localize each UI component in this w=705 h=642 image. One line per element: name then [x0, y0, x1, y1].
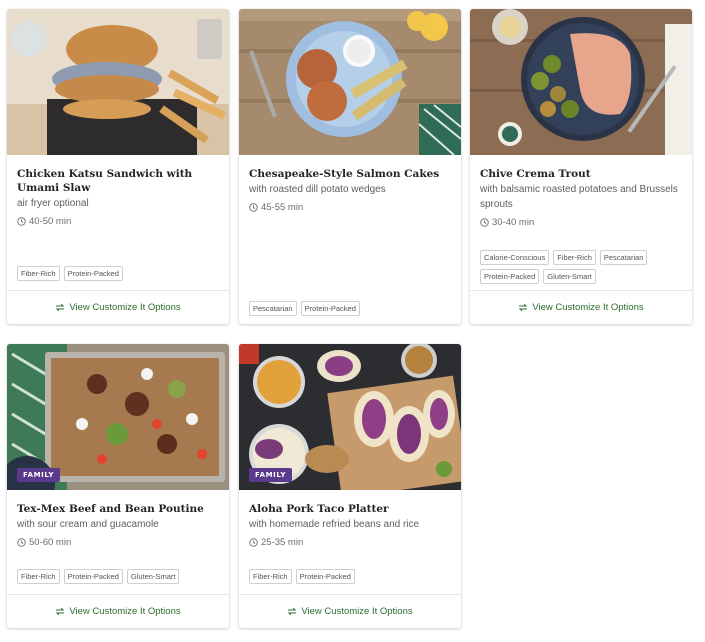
cook-time-text: 40-50 min — [29, 216, 72, 227]
cook-time: 50-60 min — [17, 537, 219, 548]
recipe-image[interactable] — [239, 9, 461, 155]
cook-time: 25-35 min — [249, 537, 451, 548]
family-badge: FAMILY — [17, 468, 61, 482]
customize-options-link[interactable]: View Customize It Options — [239, 594, 461, 628]
tag-list: Calorie-Conscious Fiber-Rich Pescatarian… — [480, 250, 684, 284]
recipe-title[interactable]: Chive Crema Trout — [480, 167, 682, 181]
recipe-image[interactable]: FAMILY — [239, 344, 461, 490]
tag: Protein-Packed — [63, 569, 123, 584]
recipe-title[interactable]: Aloha Pork Taco Platter — [249, 502, 451, 516]
recipe-image[interactable] — [470, 9, 692, 155]
customize-options-link[interactable]: View Customize It Options — [470, 290, 692, 324]
tag: Protein-Packed — [63, 266, 123, 281]
cook-time: 45-55 min — [249, 202, 451, 213]
recipe-title[interactable]: Chicken Katsu Sandwich with Umami Slaw — [17, 167, 219, 195]
recipe-title[interactable]: Tex-Mex Beef and Bean Poutine — [17, 502, 219, 516]
tag: Pescatarian — [249, 301, 297, 316]
recipe-card[interactable]: FAMILY Tex-Mex Beef and Bean Poutine wit… — [7, 344, 229, 628]
customize-options-label: View Customize It Options — [301, 606, 413, 617]
customize-options-link[interactable]: View Customize It Options — [7, 290, 229, 324]
cook-time-text: 25-35 min — [261, 537, 304, 548]
customize-options-label: View Customize It Options — [69, 606, 181, 617]
recipe-subtitle: with sour cream and guacamole — [17, 519, 159, 530]
customize-options-link[interactable]: View Customize It Options — [7, 594, 229, 628]
swap-arrows-icon — [56, 607, 65, 616]
tag: Protein-Packed — [480, 269, 540, 284]
clock-icon — [249, 538, 258, 547]
tag-list: Fiber-Rich Protein-Packed Gluten-Smart — [17, 569, 221, 584]
recipe-subtitle: with roasted dill potato wedges — [249, 184, 386, 195]
cook-time: 30-40 min — [480, 217, 682, 228]
recipe-card[interactable]: FAMILY Aloha Pork Taco Platter with home… — [239, 344, 461, 628]
tag: Protein-Packed — [300, 301, 360, 316]
recipe-image[interactable] — [7, 9, 229, 155]
clock-icon — [17, 538, 26, 547]
recipe-card[interactable]: Chicken Katsu Sandwich with Umami Slaw a… — [7, 9, 229, 324]
tag: Fiber-Rich — [249, 569, 292, 584]
swap-arrows-icon — [519, 303, 528, 312]
recipe-image[interactable]: FAMILY — [7, 344, 229, 490]
customize-options-label: View Customize It Options — [532, 302, 644, 313]
customize-options-label: View Customize It Options — [69, 302, 181, 313]
recipe-subtitle: with balsamic roasted potatoes and Bruss… — [480, 184, 678, 210]
tag: Calorie-Conscious — [480, 250, 550, 265]
clock-icon — [249, 203, 258, 212]
tag-list: Fiber-Rich Protein-Packed — [17, 266, 221, 281]
recipe-card[interactable]: Chesapeake-Style Salmon Cakes with roast… — [239, 9, 461, 324]
tag: Gluten-Smart — [543, 269, 596, 284]
clock-icon — [17, 217, 26, 226]
tag-list: Fiber-Rich Protein-Packed — [249, 569, 453, 584]
recipe-subtitle: air fryer optional — [17, 198, 89, 209]
tag-list: Pescatarian Protein-Packed — [249, 301, 453, 316]
recipe-title[interactable]: Chesapeake-Style Salmon Cakes — [249, 167, 451, 181]
tag: Fiber-Rich — [553, 250, 596, 265]
recipe-subtitle: with homemade refried beans and rice — [249, 519, 420, 530]
family-badge: FAMILY — [249, 468, 293, 482]
tag: Pescatarian — [599, 250, 648, 265]
cook-time-text: 30-40 min — [492, 217, 535, 228]
tag: Protein-Packed — [295, 569, 355, 584]
cook-time: 40-50 min — [17, 216, 219, 227]
cook-time-text: 50-60 min — [29, 537, 72, 548]
tag: Fiber-Rich — [17, 266, 60, 281]
recipe-card[interactable]: Chive Crema Trout with balsamic roasted … — [470, 9, 692, 324]
tag: Fiber-Rich — [17, 569, 60, 584]
clock-icon — [480, 218, 489, 227]
swap-arrows-icon — [56, 303, 65, 312]
cook-time-text: 45-55 min — [261, 202, 304, 213]
tag: Gluten-Smart — [126, 569, 180, 584]
swap-arrows-icon — [288, 607, 297, 616]
